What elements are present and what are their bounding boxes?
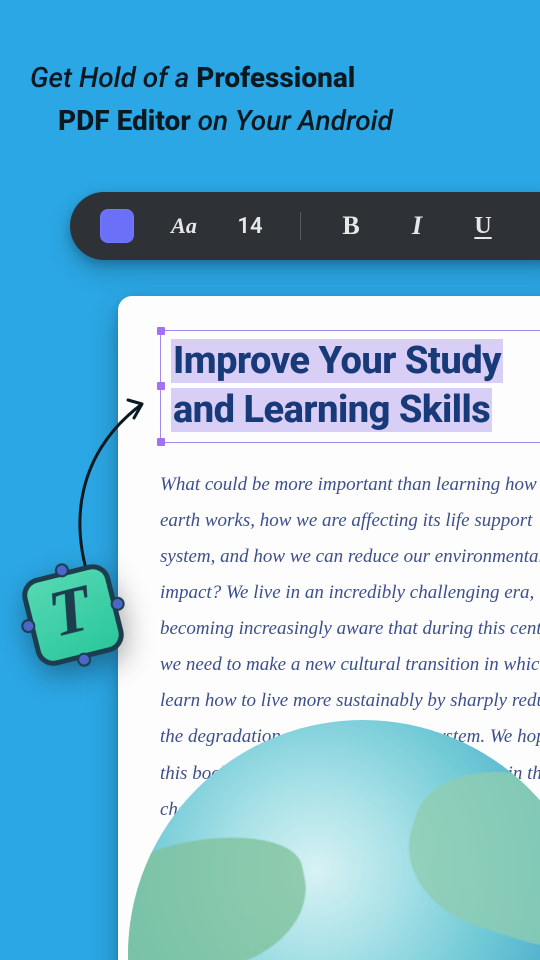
italic-button[interactable]: I: [401, 211, 433, 241]
headline-bold-1: Professional: [196, 61, 355, 94]
headline-bold-2: PDF Editor: [58, 104, 191, 137]
document-title[interactable]: Improve Your Study and Learning Skills: [171, 337, 540, 436]
text-format-toolbar: Aa 14 B I U: [70, 192, 540, 260]
text-tool-icon: T: [18, 560, 127, 669]
text-tool-glyph: T: [41, 570, 99, 653]
title-line-1: Improve Your Study: [171, 339, 503, 383]
selection-handle-icon[interactable]: [157, 438, 165, 446]
marketing-headline: Get Hold of a Professional PDF Editor on…: [0, 0, 540, 143]
selection-handle-icon[interactable]: [157, 382, 165, 390]
font-family-button[interactable]: Aa: [168, 213, 200, 239]
underline-button[interactable]: U: [467, 213, 499, 240]
text-selection-frame[interactable]: Improve Your Study and Learning Skills: [160, 330, 540, 443]
selection-handle-icon[interactable]: [157, 327, 165, 335]
text-color-swatch[interactable]: [100, 209, 134, 243]
headline-prefix: Get Hold of a: [30, 61, 196, 94]
title-line-2: and Learning Skills: [171, 388, 492, 432]
headline-suffix: on Your Android: [191, 104, 393, 137]
document-page[interactable]: Improve Your Study and Learning Skills W…: [118, 296, 540, 960]
toolbar-divider: [300, 212, 301, 240]
bold-button[interactable]: B: [335, 211, 367, 241]
font-size-button[interactable]: 14: [234, 214, 266, 239]
